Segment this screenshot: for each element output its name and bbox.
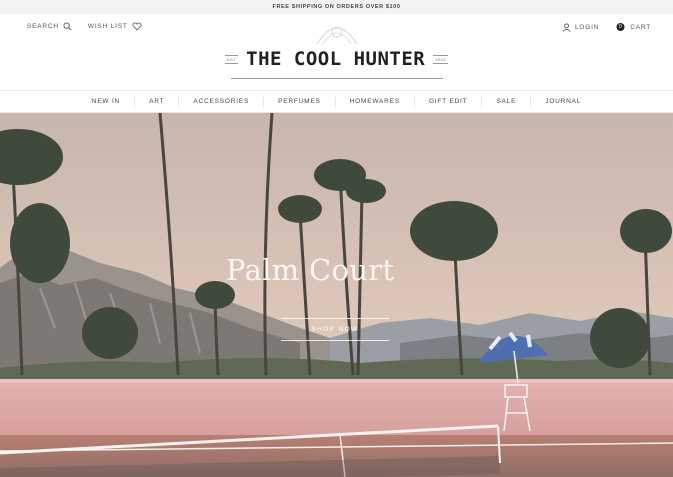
login-button[interactable]: LOGIN [562, 22, 600, 32]
utility-right: LOGIN 0 CART [562, 22, 651, 32]
user-icon [562, 22, 571, 32]
logo-title: THE COOL HUNTER [246, 48, 426, 70]
site-logo[interactable]: EST THE COOL HUNTER 2009 [217, 16, 457, 86]
utility-left: SEARCH WISH LIST [27, 22, 142, 31]
nav-item-new-in[interactable]: NEW IN [78, 97, 134, 107]
logo-side-left: EST [224, 54, 239, 64]
hero-title: Palm Court [226, 253, 395, 287]
cart-button[interactable]: 0 CART [615, 22, 651, 32]
login-label: LOGIN [574, 23, 600, 31]
logo-rule [230, 78, 443, 79]
search-button[interactable]: SEARCH [27, 22, 72, 31]
search-icon [63, 22, 72, 31]
announcement-text: FREE SHIPPING ON ORDERS OVER $100 [272, 4, 401, 10]
announcement-bar: FREE SHIPPING ON ORDERS OVER $100 [0, 0, 673, 14]
shop-now-button[interactable]: SHOP NOW [281, 318, 389, 341]
nav-item-art[interactable]: ART [134, 96, 178, 107]
main-nav: NEW IN ART ACCESSORIES PERFUMES HOMEWARE… [0, 90, 673, 113]
cart-label: CART [630, 23, 651, 31]
nav-item-journal[interactable]: JOURNAL [530, 96, 595, 107]
heart-icon [132, 22, 142, 31]
cart-count-badge: 0 [618, 24, 623, 30]
site-header: SEARCH WISH LIST EST THE COOL HUNTER 200… [0, 14, 673, 90]
nav-item-homewares[interactable]: HOMEWARES [334, 96, 414, 107]
logo-crest-icon [316, 26, 357, 45]
nav-item-accessories[interactable]: ACCESSORIES [178, 96, 263, 107]
logo-side-right: 2009 [433, 54, 449, 64]
hero-image [0, 113, 673, 477]
hero-banner[interactable]: Palm Court SHOP NOW [0, 113, 673, 477]
wishlist-button[interactable]: WISH LIST [88, 22, 142, 31]
wishlist-label: WISH LIST [87, 23, 128, 30]
nav-item-perfumes[interactable]: PERFUMES [263, 96, 335, 107]
cart-icon: 0 [615, 22, 626, 32]
search-label: SEARCH [27, 23, 59, 30]
nav-item-gift-edit[interactable]: GIFT EDIT [413, 96, 482, 107]
nav-item-sale[interactable]: SALE [481, 96, 530, 107]
